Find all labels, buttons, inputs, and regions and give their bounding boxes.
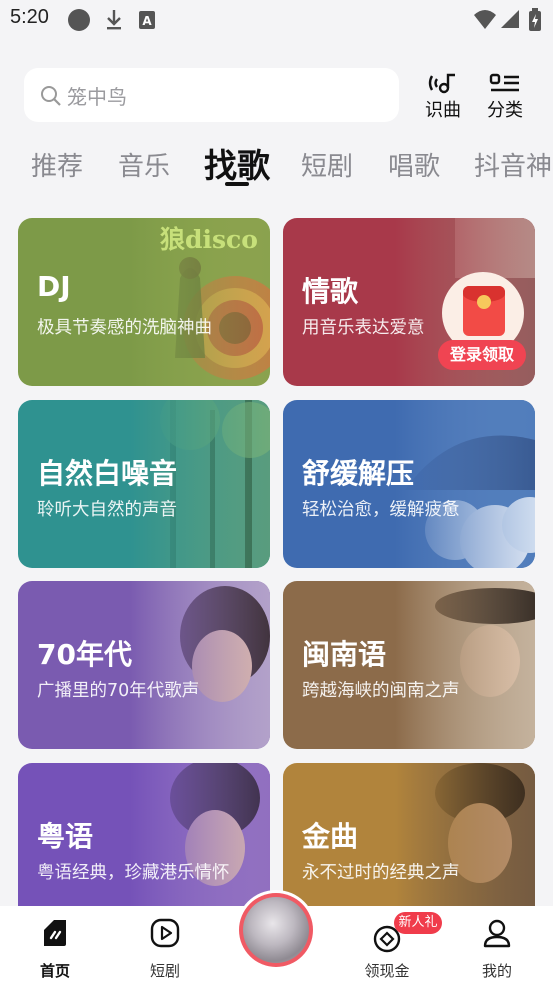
category-card-minnan[interactable]: 闽南语 跨越海峡的闽南之声 xyxy=(283,581,535,749)
search-icon xyxy=(41,86,61,106)
card-subtitle-cantonese: 粤语经典，珍藏港乐情怀 xyxy=(37,863,230,883)
card-title-cantonese: 粤语 xyxy=(37,820,94,853)
wifi-icon xyxy=(474,10,496,29)
card-subtitle-white-noise: 聆听大自然的声音 xyxy=(37,500,177,520)
card-title-dj: DJ xyxy=(37,270,71,303)
font-a-icon: A xyxy=(139,11,155,29)
tab-recommend[interactable]: 推荐 xyxy=(31,146,83,183)
new-user-badge: 新人礼 xyxy=(394,912,442,934)
profile-icon xyxy=(483,919,511,948)
music-recognize-button[interactable]: 识曲 xyxy=(418,72,468,121)
card-title-70s: 70年代 xyxy=(37,638,132,671)
music-recognize-icon xyxy=(428,73,455,94)
active-tab-indicator xyxy=(225,182,249,186)
login-claim-button[interactable]: 登录领取 xyxy=(438,340,526,370)
status-time: 5:20 xyxy=(10,6,49,28)
card-title-white-noise: 自然白噪音 xyxy=(37,457,178,490)
home-icon xyxy=(44,920,66,946)
card-title-relax: 舒缓解压 xyxy=(302,457,415,490)
category-card-dj[interactable]: 狼disco DJ 极具节奏感的洗脑神曲 xyxy=(18,218,270,386)
card-title-love-songs: 情歌 xyxy=(302,275,359,308)
card-subtitle-70s: 广播里的70年代歌声 xyxy=(37,681,200,701)
red-envelope-icon xyxy=(463,286,505,336)
card-subtitle-classics: 永不过时的经典之声 xyxy=(302,863,460,883)
dj-art-text: 狼disco xyxy=(160,225,258,254)
category-label: 分类 xyxy=(487,100,523,121)
disc-cover-art xyxy=(243,897,309,963)
tab-sing[interactable]: 唱歌 xyxy=(388,146,440,183)
tab-short-drama[interactable]: 短剧 xyxy=(301,146,353,183)
download-icon xyxy=(107,10,121,30)
70s-cover-art xyxy=(130,581,270,749)
category-card-white-noise[interactable]: 自然白噪音 聆听大自然的声音 xyxy=(18,400,270,568)
minnan-cover-art xyxy=(395,581,535,749)
search-placeholder: 笼中鸟 xyxy=(67,85,127,109)
play-icon xyxy=(150,918,180,948)
card-subtitle-dj: 极具节奏感的洗脑神曲 xyxy=(37,318,212,338)
music-recognize-label: 识曲 xyxy=(425,100,461,121)
category-icon xyxy=(489,73,519,92)
relax-cover-art xyxy=(395,400,535,568)
status-bar: 5:20 A xyxy=(0,0,553,40)
tab-find-songs[interactable]: 找歌 xyxy=(204,139,270,187)
category-card-70s[interactable]: 70年代 广播里的70年代歌声 xyxy=(18,581,270,749)
card-title-classics: 金曲 xyxy=(302,820,359,853)
battery-charging-icon xyxy=(529,8,541,31)
tab-music[interactable]: 音乐 xyxy=(118,146,170,183)
search-input[interactable]: 笼中鸟 xyxy=(24,68,399,122)
record-dot-icon xyxy=(68,9,90,31)
gesture-bar xyxy=(0,978,553,984)
now-playing-disc[interactable] xyxy=(236,890,316,970)
card-subtitle-love-songs: 用音乐表达爱意 xyxy=(302,318,425,338)
signal-icon xyxy=(501,10,519,28)
card-title-minnan: 闽南语 xyxy=(302,638,387,671)
card-subtitle-minnan: 跨越海峡的闽南之声 xyxy=(302,681,460,701)
category-tabs: 推荐 音乐 找歌 短剧 唱歌 抖音神 xyxy=(0,138,553,190)
tab-douyin[interactable]: 抖音神 xyxy=(474,146,552,183)
category-card-relax[interactable]: 舒缓解压 轻松治愈，缓解疲惫 xyxy=(283,400,535,568)
card-subtitle-relax: 轻松治愈，缓解疲惫 xyxy=(302,500,460,520)
svg-text:A: A xyxy=(142,14,152,28)
category-button[interactable]: 分类 xyxy=(480,72,530,121)
